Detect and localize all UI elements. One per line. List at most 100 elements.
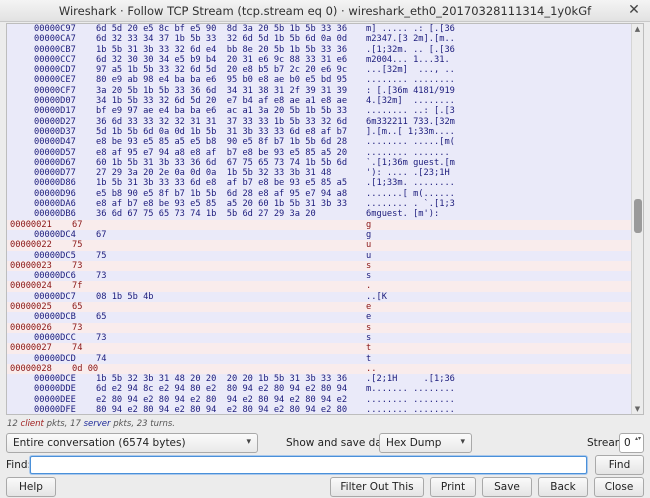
line-ascii: .[1;32m. .. [.[36	[366, 44, 455, 55]
line-hex: e8 af b7 e8 be 93 e5 85 a5 20 60 1b 5b 3…	[96, 199, 348, 210]
window-close-icon[interactable]: ✕	[626, 3, 642, 19]
scrollbar-thumb[interactable]	[634, 199, 642, 233]
client-data-line: 00000022 75 u	[7, 240, 631, 251]
line-offset: 00000DCE	[34, 374, 76, 385]
line-offset: 00000D77	[34, 168, 76, 179]
client-label: client	[20, 419, 44, 429]
line-offset: 00000CB7	[34, 44, 76, 55]
client-data-line: 00000025 65 e	[7, 302, 631, 313]
line-ascii: s	[366, 322, 372, 333]
close-button[interactable]: Close	[594, 477, 644, 497]
line-offset: 00000C97	[34, 24, 76, 34]
help-button[interactable]: Help	[6, 477, 56, 497]
server-data-line: 00000CE7 80 e9 ab 98 e4 ba ba e6 95 b0 e8…	[7, 75, 631, 86]
stream-number-value: 0	[624, 437, 631, 449]
line-ascii: m2347.[3 2m].[m..	[366, 34, 455, 45]
line-ascii: m....... ........	[366, 384, 455, 395]
line-ascii: e	[366, 302, 372, 313]
server-data-line: 00000DC6 73 s	[7, 271, 631, 282]
line-offset: 00000DC7	[34, 291, 76, 302]
window-title: Wireshark · Follow TCP Stream (tcp.strea…	[58, 4, 592, 18]
line-ascii: ........ ........	[366, 394, 455, 405]
conversation-select[interactable]: Entire conversation (6574 bytes) ▾	[6, 433, 258, 453]
line-ascii: 6m332211 733.[32m	[366, 116, 455, 127]
server-data-line: 00000D37 5d 1b 5b 6d 0a 0d 1b 5b 31 3b 33…	[7, 126, 631, 138]
line-ascii: ........ .....[m(	[366, 137, 455, 148]
back-button[interactable]: Back	[538, 477, 588, 497]
line-hex: 80 e9 ab 98 e4 ba ba e6 95 b0 e8 ae b0 e…	[96, 75, 348, 86]
line-hex: bf e9 97 ae e4 ba ba e6 ac a1 3a 20 5b 1…	[96, 106, 348, 117]
server-data-line: 00000D17 bf e9 97 ae e4 ba ba e6 ac a1 3a…	[7, 106, 631, 117]
line-hex: 3a 20 5b 1b 5b 33 36 6d 34 31 38 31 2f 3…	[96, 85, 348, 96]
line-hex: e8 be 93 e5 85 a5 e5 b8 90 e5 8f b7 1b 5…	[96, 137, 348, 148]
server-data-line: 00000D77 27 29 3a 20 2e 0a 0d 0a 1b 5b 32…	[7, 168, 631, 179]
server-data-line: 00000DC4 67 g	[7, 229, 631, 241]
line-ascii: s	[366, 332, 372, 343]
title-bar: Wireshark · Follow TCP Stream (tcp.strea…	[0, 0, 650, 22]
packet-summary: 12 client pkts, 17 server pkts, 23 turns…	[7, 419, 175, 429]
scroll-up-icon[interactable]: ▲	[632, 24, 643, 34]
server-data-line: 00000DB6 36 6d 67 75 65 73 74 1b 5b 6d 27…	[7, 209, 631, 220]
line-offset: 00000D86	[34, 178, 76, 189]
line-hex: 1b 5b 31 3b 33 33 6d e8 af b7 e8 be 93 e…	[96, 178, 348, 189]
line-hex: 6d 32 33 34 37 1b 5b 33 32 6d 5d 1b 5b 6…	[96, 34, 348, 45]
line-offset: 00000026	[10, 322, 52, 333]
vertical-scrollbar[interactable]: ▲ ▼	[631, 24, 643, 414]
server-data-line: 00000D96 e5 b8 90 e5 8f b7 1b 5b 6d 28 e8…	[7, 188, 631, 200]
server-label: server	[83, 419, 111, 429]
line-ascii: u	[366, 250, 372, 261]
line-ascii: .	[366, 281, 372, 292]
find-input[interactable]	[30, 456, 587, 474]
chevron-down-icon: ▾	[246, 437, 251, 447]
find-next-button[interactable]: Find Next	[595, 455, 644, 489]
server-data-line: 00000CB7 1b 5b 31 3b 33 32 6d e4 bb 8e 20…	[7, 44, 631, 55]
server-data-line: 00000CF7 3a 20 5b 1b 5b 33 36 6d 34 31 38…	[7, 85, 631, 97]
server-data-line: 00000DFE 80 94 e2 80 94 e2 80 94 e2 80 94…	[7, 404, 631, 415]
client-data-line: 00000026 73 s	[7, 322, 631, 333]
line-hex: 1b 5b 32 3b 31 48 20 20 20 20 1b 5b 31 3…	[96, 374, 348, 385]
line-offset: 00000027	[10, 343, 52, 354]
line-hex: e8 af 95 e7 94 a8 e8 af b7 e8 be 93 e5 8…	[96, 147, 348, 158]
print-button[interactable]: Print	[430, 477, 476, 497]
line-offset: 00000025	[10, 302, 52, 313]
line-offset: 00000DC5	[34, 250, 76, 261]
line-ascii: g	[366, 229, 372, 240]
server-data-line: 00000DC5 75 u	[7, 250, 631, 261]
line-hex: 36 6d 67 75 65 73 74 1b 5b 6d 27 29 3a 2…	[96, 209, 316, 220]
line-hex: 08 1b 5b 4b	[96, 291, 154, 302]
line-ascii: ].[m..[ 1;33m....	[366, 126, 455, 137]
line-offset: 00000DC6	[34, 271, 76, 282]
server-data-line: 00000D07 34 1b 5b 33 32 6d 5d 20 e7 b4 af…	[7, 96, 631, 107]
line-offset: 00000CD7	[34, 65, 76, 76]
line-hex: 73	[96, 271, 107, 282]
line-ascii: .......[ m(......	[366, 188, 455, 199]
line-ascii: ..[K	[366, 291, 387, 302]
line-ascii: .[1;33m. ........	[366, 178, 455, 189]
client-data-line: 00000028 0d 00..	[7, 363, 631, 375]
line-offset: 00000023	[10, 260, 52, 271]
line-hex: 67	[72, 219, 83, 230]
stream-number-spinbox[interactable]: 0 ▴▾	[619, 433, 644, 453]
save-as-button[interactable]: Save as...	[482, 477, 532, 497]
line-hex: 67	[96, 229, 107, 240]
stream-content-pane[interactable]: 00000C97 6d 5d 20 e5 8c bf e5 90 8d 3a 20…	[6, 23, 644, 415]
filter-out-stream-button[interactable]: Filter Out This Stream	[330, 477, 424, 497]
scroll-down-icon[interactable]: ▼	[632, 404, 643, 414]
line-offset: 00000DCC	[34, 332, 76, 343]
line-hex: 5d 1b 5b 6d 0a 0d 1b 5b 31 3b 33 33 6d e…	[96, 126, 348, 137]
line-hex: 97 a5 1b 5b 33 32 6d 5d 20 e8 b5 b7 2c 2…	[96, 65, 348, 76]
server-data-line: 00000DA6 e8 af b7 e8 be 93 e5 85 a5 20 60…	[7, 199, 631, 210]
find-row: Find: Find Next	[6, 455, 644, 489]
format-select[interactable]: Hex Dump ▾	[379, 433, 472, 453]
server-data-line: 00000DCC 73 s	[7, 332, 631, 344]
spin-arrows-icon[interactable]: ▴▾	[635, 435, 641, 443]
server-data-line: 00000D27 36 6d 33 33 32 32 31 31 37 33 33…	[7, 116, 631, 127]
client-count: 12	[7, 419, 18, 429]
line-hex: 80 94 e2 80 94 e2 80 94 e2 80 94 e2 80 9…	[96, 404, 348, 415]
line-ascii: ..	[366, 363, 377, 374]
line-offset: 00000CF7	[34, 85, 76, 96]
line-hex: e2 80 94 e2 80 94 e2 80 94 e2 80 94 e2 8…	[96, 394, 348, 405]
line-hex: 73	[72, 322, 83, 333]
line-offset: 00000D17	[34, 106, 76, 117]
find-label: Find:	[6, 459, 32, 471]
